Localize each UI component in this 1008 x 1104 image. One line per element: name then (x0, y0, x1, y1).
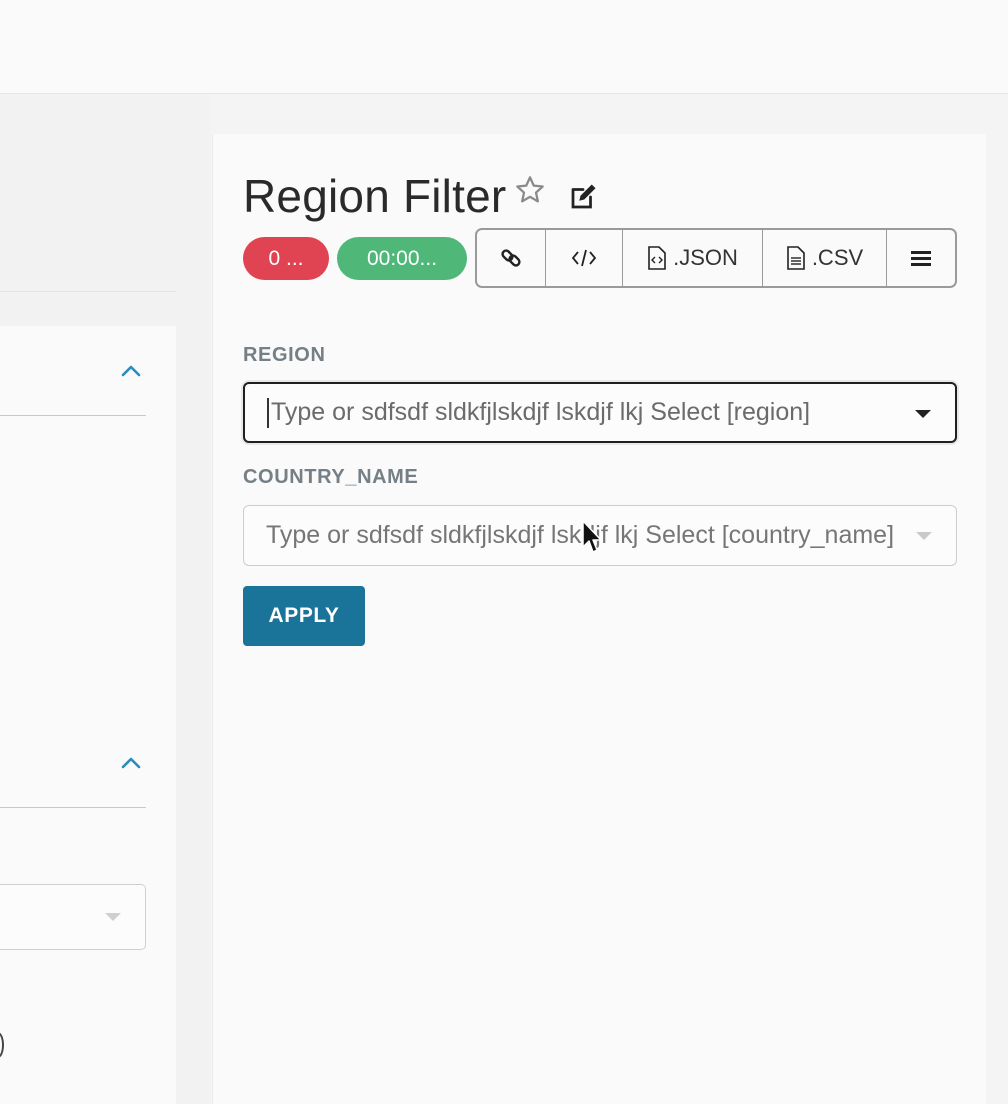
timer-badge: 00:00... (337, 237, 467, 280)
left-divider (0, 291, 176, 292)
export-json-label: .JSON (673, 245, 738, 270)
text-cursor (267, 397, 269, 428)
country-name-field-label: COUNTRY_NAME (243, 466, 419, 488)
export-csv-label: .CSV (811, 245, 864, 270)
filter-box-card: Region Filter 0 ... 00:00... .JSON .CSV … (212, 134, 986, 1104)
embed-code-button[interactable] (546, 230, 623, 286)
file-text-icon (787, 246, 805, 270)
left-select-field[interactable] (0, 884, 146, 950)
collapsible-section-header[interactable] (0, 718, 146, 808)
left-panel (0, 326, 176, 1104)
file-code-icon (648, 246, 666, 270)
more-options-button[interactable] (887, 230, 955, 286)
export-csv-button[interactable]: .CSV (763, 230, 887, 286)
title-row: Region Filter (243, 170, 598, 224)
mouse-pointer-icon (582, 520, 602, 553)
region-select-placeholder: Type or sdfsdf sldkfjlskdjf lskdjf lkj S… (271, 398, 811, 426)
timer-badge-label: 00:00... (366, 246, 438, 270)
chevron-up-icon[interactable] (120, 360, 142, 382)
caret-down-icon[interactable] (916, 532, 932, 540)
code-icon (571, 249, 597, 267)
region-select[interactable]: Type or sdfsdf sldkfjlskdjf lskdjf lkj S… (243, 382, 957, 443)
caret-down-icon[interactable] (915, 410, 931, 418)
collapsible-section-header[interactable] (0, 326, 146, 416)
chart-actions-toolbar: .JSON .CSV (475, 228, 957, 288)
apply-button[interactable]: APPLY (243, 586, 365, 646)
edit-icon[interactable] (568, 182, 598, 212)
chart-title: Region Filter (243, 170, 507, 222)
hamburger-menu-icon (911, 251, 931, 266)
export-json-button[interactable]: .JSON (623, 230, 763, 286)
copy-link-button[interactable] (477, 230, 546, 286)
caret-down-icon (105, 913, 121, 921)
link-icon (501, 249, 521, 267)
error-badge-label: 0 ... (268, 246, 304, 270)
error-badge[interactable]: 0 ... (243, 237, 329, 280)
star-outline-icon[interactable] (514, 174, 546, 206)
region-field-label: REGION (243, 344, 326, 366)
chevron-up-icon[interactable] (120, 752, 142, 774)
top-navbar (0, 0, 1008, 94)
